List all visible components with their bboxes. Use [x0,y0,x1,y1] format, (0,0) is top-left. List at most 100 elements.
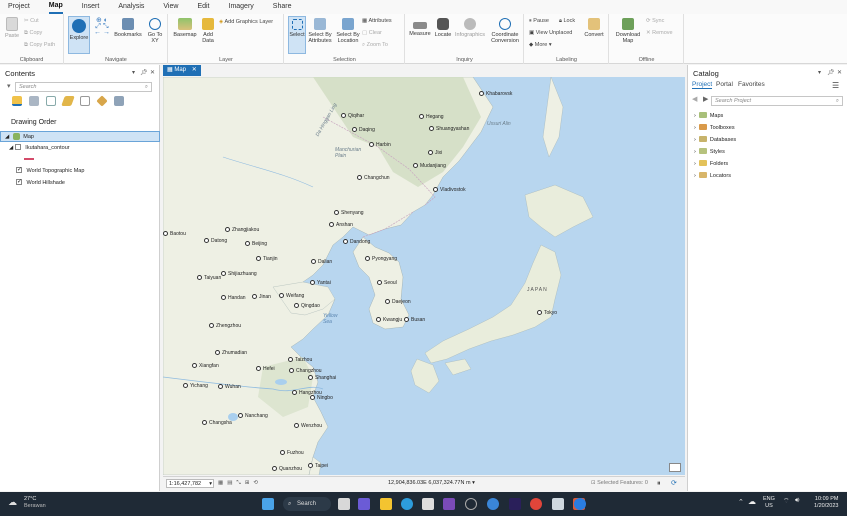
cut-button[interactable]: ✂ Cut [24,18,39,24]
premiere-icon[interactable] [509,498,521,510]
pin-icon[interactable]: 📌︎ [140,69,148,76]
menu-share[interactable]: Share [273,0,292,14]
catalog-item-maps[interactable]: › Maps [694,111,723,121]
menu-icon[interactable]: ☰ [832,81,839,90]
download-map-button[interactable]: Download Map [614,18,642,44]
paste-button[interactable]: Paste [3,17,21,39]
list-by-selection-icon[interactable] [46,96,56,106]
pause-button[interactable]: ⏸ Pause [529,18,549,24]
menu-analysis[interactable]: Analysis [118,0,144,14]
clear-button[interactable]: ▢ Clear [362,30,382,36]
expand-icon[interactable]: ⊞ [245,477,250,490]
pause-drawing-icon[interactable]: ⏸ [657,477,661,490]
layer-visibility-checkbox[interactable] [16,177,22,188]
copy-path-button[interactable]: ⧉ Copy Path [24,42,55,48]
menu-view[interactable]: View [163,0,178,14]
more-button[interactable]: ◆ More ▾ [529,42,552,48]
refresh-icon[interactable]: ⟳ [671,477,677,490]
chevron-down-icon[interactable]: ▾ [472,480,475,486]
measure-button[interactable]: Measure [408,18,432,37]
volume-icon[interactable]: 🔊︎ [795,497,799,505]
explore-button[interactable]: Explore [68,16,90,54]
grid-icon[interactable]: ▦ [218,477,223,490]
close-icon[interactable]: ✕ [150,69,155,76]
layer-row-world-topographic[interactable]: World Topographic Map [0,165,160,177]
forward-arrow-icon[interactable]: ▶ [703,95,708,103]
pin-icon[interactable]: 📌︎ [827,69,835,76]
pane-options-icon[interactable]: ▾ [132,69,135,76]
layer-visibility-checkbox[interactable] [16,165,22,176]
app-icon[interactable] [487,498,499,510]
catalog-item-locators[interactable]: › Locators [694,171,731,181]
filter-icon[interactable]: ▾ [7,82,11,90]
menu-map[interactable]: Map [48,0,63,14]
menu-imagery[interactable]: Imagery [229,0,254,14]
layer-row-map[interactable]: ◢ Map [0,131,160,142]
expand-arrow-icon[interactable]: ◢ [9,145,13,151]
weather-widget[interactable]: 27°C Berawan [24,496,46,510]
language-indicator[interactable]: ENG US [763,496,775,510]
teams-icon[interactable] [358,498,370,510]
chrome-icon[interactable] [530,498,542,510]
layer-row-ikutahara-contour[interactable]: ◢ Ikutahara_contour [0,143,160,154]
task-view-icon[interactable] [338,498,350,510]
app-icon[interactable] [443,498,455,510]
bookmarks-button[interactable]: Bookmarks [113,18,143,38]
scale-dropdown[interactable]: 1:16,427,782 ▾ [166,479,214,488]
expand-arrow-icon[interactable]: › [694,125,696,131]
select-by-location-button[interactable]: Select By Location [335,18,361,44]
expand-arrow-icon[interactable]: › [694,137,696,143]
remove-button[interactable]: ✕ Remove [646,30,673,36]
pane-options-icon[interactable]: ▾ [818,69,821,76]
mail-icon[interactable] [552,498,564,510]
list-by-editing-icon[interactable] [61,96,75,106]
lock-button[interactable]: 🔒︎ Lock [559,18,575,24]
catalog-item-databases[interactable]: › Databases [694,135,736,145]
catalog-item-folders[interactable]: › Folders [694,159,728,169]
store-icon[interactable] [422,498,434,510]
list-by-labeling-icon[interactable] [96,95,108,107]
expand-arrow-icon[interactable]: › [694,149,696,155]
tab-favorites[interactable]: Favorites [738,81,765,88]
back-arrow-icon[interactable]: ◀ [692,95,697,103]
close-tab-icon[interactable]: ✕ [192,67,197,73]
clock[interactable]: 10:09 PM 1/20/2023 [814,496,838,510]
attributes-button[interactable]: ▦ Attributes [362,18,392,24]
edge-icon[interactable] [401,498,413,510]
file-explorer-icon[interactable] [380,498,392,510]
table-icon[interactable]: ▤ [227,477,232,490]
goto-xy-button[interactable]: Go To XY [145,18,165,44]
layer-row-world-hillshade[interactable]: World Hillshade [0,177,160,189]
expand-arrow-icon[interactable]: › [694,113,696,119]
chevron-up-icon[interactable]: ⌃ [738,498,744,506]
contents-search-input[interactable]: Search ⌕ [15,82,152,92]
add-graphics-layer-button[interactable]: ◈ Add Graphics Layer [219,19,273,25]
app-icon[interactable] [465,498,477,510]
infographics-button[interactable]: Infographics [453,18,487,38]
catalog-item-styles[interactable]: › Styles [694,147,725,157]
list-by-snapping-icon[interactable] [80,96,90,106]
convert-button[interactable]: Convert [583,18,605,38]
taskbar-search[interactable]: ⌕ Search [283,497,331,511]
arcgis-pro-icon[interactable] [574,498,586,510]
start-icon[interactable] [262,498,274,510]
list-by-perspective-icon[interactable] [114,96,124,106]
catalog-item-toolboxes[interactable]: › Toolboxes [694,123,735,133]
select-button[interactable]: Select [288,16,306,54]
copy-button[interactable]: ⧉ Copy [24,30,42,36]
select-by-attributes-button[interactable]: Select By Attributes [307,18,333,44]
list-by-drawing-order-icon[interactable] [12,96,22,106]
back-forward-icon[interactable]: ← → [94,29,110,36]
tab-project[interactable]: Project [692,81,713,89]
tab-map[interactable]: ▦ Map ✕ [163,65,201,76]
menu-insert[interactable]: Insert [82,0,100,14]
expand-arrow-icon[interactable]: › [694,161,696,167]
list-by-data-source-icon[interactable] [29,96,39,106]
layer-visibility-checkbox[interactable] [14,143,21,150]
map-view[interactable]: Da Hinggan Ling Manchurian Plain Ussuri … [163,77,685,475]
cloud-sync-icon[interactable]: ☁ [748,497,756,506]
add-data-button[interactable]: Add Data [199,18,217,44]
sync-button[interactable]: ⟳ Sync [646,18,664,24]
zoom-to-button[interactable]: ⌕ Zoom To [362,42,388,48]
scale-icon[interactable]: ⤡ [236,477,240,490]
